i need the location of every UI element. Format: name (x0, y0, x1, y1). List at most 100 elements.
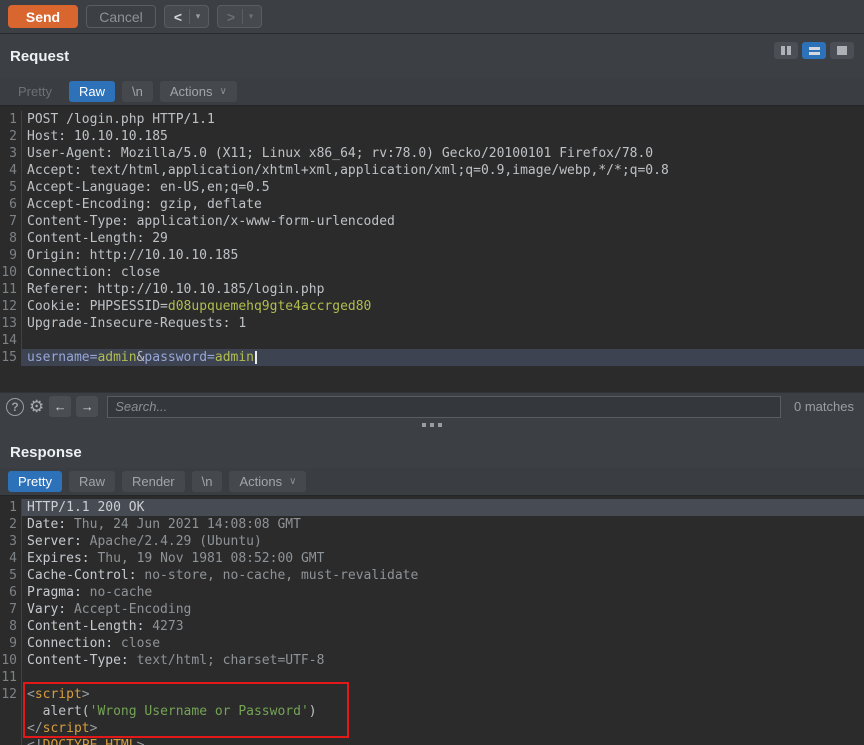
columns-layout-icon (781, 46, 791, 55)
code-text: Content-Type: text/html; charset=UTF-8 (22, 652, 864, 669)
search-prev-button[interactable]: ← (49, 396, 71, 417)
help-icon[interactable]: ? (6, 398, 24, 416)
code-segment: Thu, 19 Nov 1981 08:52:00 GMT (90, 551, 325, 566)
code-line: 9Origin: http://10.10.10.185 (0, 247, 864, 264)
tab-label: \n (132, 84, 143, 99)
code-segment: Date: (27, 517, 66, 532)
code-segment: Content-Type: (27, 653, 129, 668)
tab-pretty[interactable]: Pretty (8, 471, 62, 492)
line-number (0, 737, 22, 745)
request-search-bar: ? ⚙ ← → 0 matches (0, 392, 864, 420)
code-text: Upgrade-Insecure-Requests: 1 (22, 315, 864, 332)
line-number: 4 (0, 550, 22, 567)
response-title: Response (10, 444, 82, 461)
forward-arrow-icon: > (220, 9, 242, 25)
tab-label: Render (132, 474, 175, 489)
line-number: 8 (0, 230, 22, 247)
tab-label: Raw (79, 474, 105, 489)
tab-label: Pretty (18, 474, 52, 489)
search-next-button[interactable]: → (76, 396, 98, 417)
code-segment: > (82, 687, 90, 702)
tab-pretty[interactable]: Pretty (8, 81, 62, 102)
code-text: Cache-Control: no-store, no-cache, must-… (22, 567, 864, 584)
code-segment: Origin: http://10.10.10.185 (27, 248, 238, 263)
code-segment: admin (97, 350, 136, 365)
history-back-button[interactable]: < ▾ (164, 5, 209, 28)
code-segment: Referer: http://10.10.10.185/login.php (27, 282, 324, 297)
code-text: Vary: Accept-Encoding (22, 601, 864, 618)
code-text: Content-Length: 29 (22, 230, 864, 247)
toolbar: Send Cancel < ▾ > ▾ (0, 0, 864, 34)
request-editor[interactable]: 1 POST /login.php HTTP/1.12Host: 10.10.10… (0, 106, 864, 392)
code-line: 14 (0, 332, 864, 349)
code-line: <!DOCTYPE HTML> (0, 737, 864, 745)
response-editor[interactable]: 1HTTP/1.1 200 OK2Date: Thu, 24 Jun 2021 … (0, 496, 864, 745)
tab-n[interactable]: \n (122, 81, 153, 102)
code-line: 10Content-Type: text/html; charset=UTF-8 (0, 652, 864, 669)
code-line: 7Vary: Accept-Encoding (0, 601, 864, 618)
line-number: 4 (0, 162, 22, 179)
code-segment: no-cache (82, 585, 152, 600)
tab-raw[interactable]: Raw (69, 471, 115, 492)
line-number: 13 (0, 315, 22, 332)
history-forward-button[interactable]: > ▾ (217, 5, 262, 28)
code-segment: ) (309, 704, 317, 719)
code-segment: 4273 (144, 619, 183, 634)
line-number: 3 (0, 145, 22, 162)
code-text: POST /login.php HTTP/1.1 (22, 111, 864, 128)
line-number: 1 (0, 111, 22, 128)
code-line: 3User-Agent: Mozilla/5.0 (X11; Linux x86… (0, 145, 864, 162)
code-segment: POST /login.php HTTP/1.1 (27, 112, 215, 127)
layout-columns-button[interactable] (774, 42, 798, 59)
code-segment: Vary: (27, 602, 66, 617)
code-segment: no-store, no-cache, must-revalidate (137, 568, 419, 583)
layout-single-button[interactable] (830, 42, 854, 59)
cancel-button[interactable]: Cancel (86, 5, 156, 28)
search-match-count: 0 matches (794, 399, 854, 414)
tab-label: \n (202, 474, 213, 489)
code-segment: Upgrade-Insecure-Requests: 1 (27, 316, 246, 331)
code-segment: Accept-Language: en-US,en;q=0.5 (27, 180, 270, 195)
code-segment: Accept-Encoding: gzip, deflate (27, 197, 262, 212)
line-number: 6 (0, 196, 22, 213)
code-text: Server: Apache/2.4.29 (Ubuntu) (22, 533, 864, 550)
code-line: 9Connection: close (0, 635, 864, 652)
code-segment: Expires: (27, 551, 90, 566)
code-line: 6Pragma: no-cache (0, 584, 864, 601)
code-text: Connection: close (22, 635, 864, 652)
code-line: 1HTTP/1.1 200 OK (0, 499, 864, 516)
code-text: Content-Type: application/x-www-form-url… (22, 213, 864, 230)
back-dropdown-caret-icon[interactable]: ▾ (190, 11, 206, 22)
tab-actions[interactable]: Actions∨ (229, 471, 306, 492)
line-number: 7 (0, 601, 22, 618)
gear-icon[interactable]: ⚙ (29, 398, 44, 415)
line-number: 8 (0, 618, 22, 635)
tab-n[interactable]: \n (192, 471, 223, 492)
tab-actions[interactable]: Actions∨ (160, 81, 237, 102)
search-input[interactable] (107, 396, 781, 418)
code-text: Date: Thu, 24 Jun 2021 14:08:08 GMT (22, 516, 864, 533)
forward-dropdown-caret-icon[interactable]: ▾ (243, 11, 259, 22)
layout-rows-button[interactable] (802, 42, 826, 59)
code-line: 2Host: 10.10.10.185 (0, 128, 864, 145)
code-segment: HTTP/1.1 200 OK (27, 500, 144, 515)
code-segment: > (137, 738, 145, 745)
chevron-down-icon: ∨ (219, 86, 226, 97)
code-text: Accept-Encoding: gzip, deflate (22, 196, 864, 213)
tab-raw[interactable]: Raw (69, 81, 115, 102)
code-text: Pragma: no-cache (22, 584, 864, 601)
code-segment: Connection: close (27, 265, 160, 280)
code-segment: Cache-Control: (27, 568, 137, 583)
code-line: 12<script> (0, 686, 864, 703)
code-segment: </ (27, 721, 43, 736)
send-button[interactable]: Send (8, 5, 78, 28)
code-segment: > (90, 721, 98, 736)
code-line: 11 (0, 669, 864, 686)
single-pane-icon (837, 46, 847, 55)
code-segment: Thu, 24 Jun 2021 14:08:08 GMT (66, 517, 301, 532)
line-number: 7 (0, 213, 22, 230)
code-line: 8Content-Length: 29 (0, 230, 864, 247)
tab-render[interactable]: Render (122, 471, 185, 492)
panel-splitter[interactable] (0, 420, 864, 436)
code-segment: Accept: text/html,application/xhtml+xml,… (27, 163, 669, 178)
